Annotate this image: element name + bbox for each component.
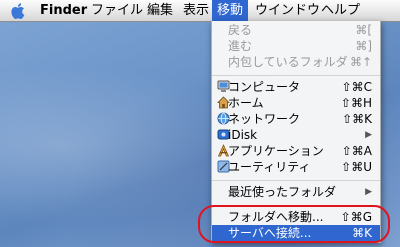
menu-item-back[interactable]: 戻る ⌘[ (212, 22, 380, 38)
menu-edit[interactable]: 編集 (147, 0, 173, 21)
menu-help[interactable]: ヘルプ (321, 0, 360, 21)
utilities-label: ユーティリティ (228, 160, 311, 174)
forward-shortcut: ⌘] (355, 39, 372, 53)
menu-item-enclosing-folder[interactable]: 内包しているフォルダ ⌘↑ (212, 54, 380, 70)
menu-item-applications[interactable]: アプリケーション ⇧⌘A (212, 143, 380, 159)
back-shortcut: ⌘[ (355, 23, 372, 37)
idisk-label: iDisk (228, 128, 258, 142)
computer-shortcut: ⇧⌘C (341, 80, 372, 94)
menu-bar: Finder ファイル 編集 表示 移動 ウインドウ ヘルプ (0, 0, 400, 22)
menu-item-home[interactable]: ホーム ⇧⌘H (212, 95, 380, 111)
network-label: ネットワーク (228, 112, 301, 126)
applications-shortcut: ⇧⌘A (341, 144, 372, 158)
menu-item-forward[interactable]: 進む ⌘] (212, 38, 380, 54)
enclosing-label: 内包しているフォルダ (228, 55, 348, 69)
menu-finder[interactable]: Finder (40, 0, 87, 21)
annotation-highlight-ring (198, 205, 390, 243)
applications-label: アプリケーション (228, 144, 324, 158)
submenu-arrow-icon: ▶ (365, 187, 372, 197)
enclosing-shortcut: ⌘↑ (349, 55, 372, 69)
menu-item-utilities[interactable]: ユーティリティ ⇧⌘U (212, 159, 380, 175)
network-shortcut: ⇧⌘K (342, 112, 372, 126)
menu-separator (212, 180, 380, 181)
menu-item-network[interactable]: ネットワーク ⇧⌘K (212, 111, 380, 127)
back-label: 戻る (228, 23, 253, 37)
home-shortcut: ⇧⌘H (340, 96, 372, 110)
menu-separator (212, 75, 380, 76)
home-label: ホーム (228, 96, 264, 110)
menu-go[interactable]: 移動 (212, 0, 249, 21)
menu-window[interactable]: ウインドウ (255, 0, 320, 21)
forward-label: 進む (228, 39, 253, 53)
submenu-arrow-icon: ▶ (365, 130, 372, 140)
computer-label: コンピュータ (228, 80, 301, 94)
menu-item-recent-folders[interactable]: 最近使ったフォルダ ▶ (212, 184, 380, 200)
menu-item-computer[interactable]: コンピュータ ⇧⌘C (212, 79, 380, 95)
utilities-shortcut: ⇧⌘U (341, 160, 372, 174)
recent-label: 最近使ったフォルダ (228, 185, 337, 199)
apple-menu-icon[interactable] (10, 2, 28, 20)
menu-file[interactable]: ファイル (91, 0, 143, 21)
menu-view[interactable]: 表示 (183, 0, 209, 21)
menu-item-idisk[interactable]: iDisk ▶ (212, 127, 380, 143)
